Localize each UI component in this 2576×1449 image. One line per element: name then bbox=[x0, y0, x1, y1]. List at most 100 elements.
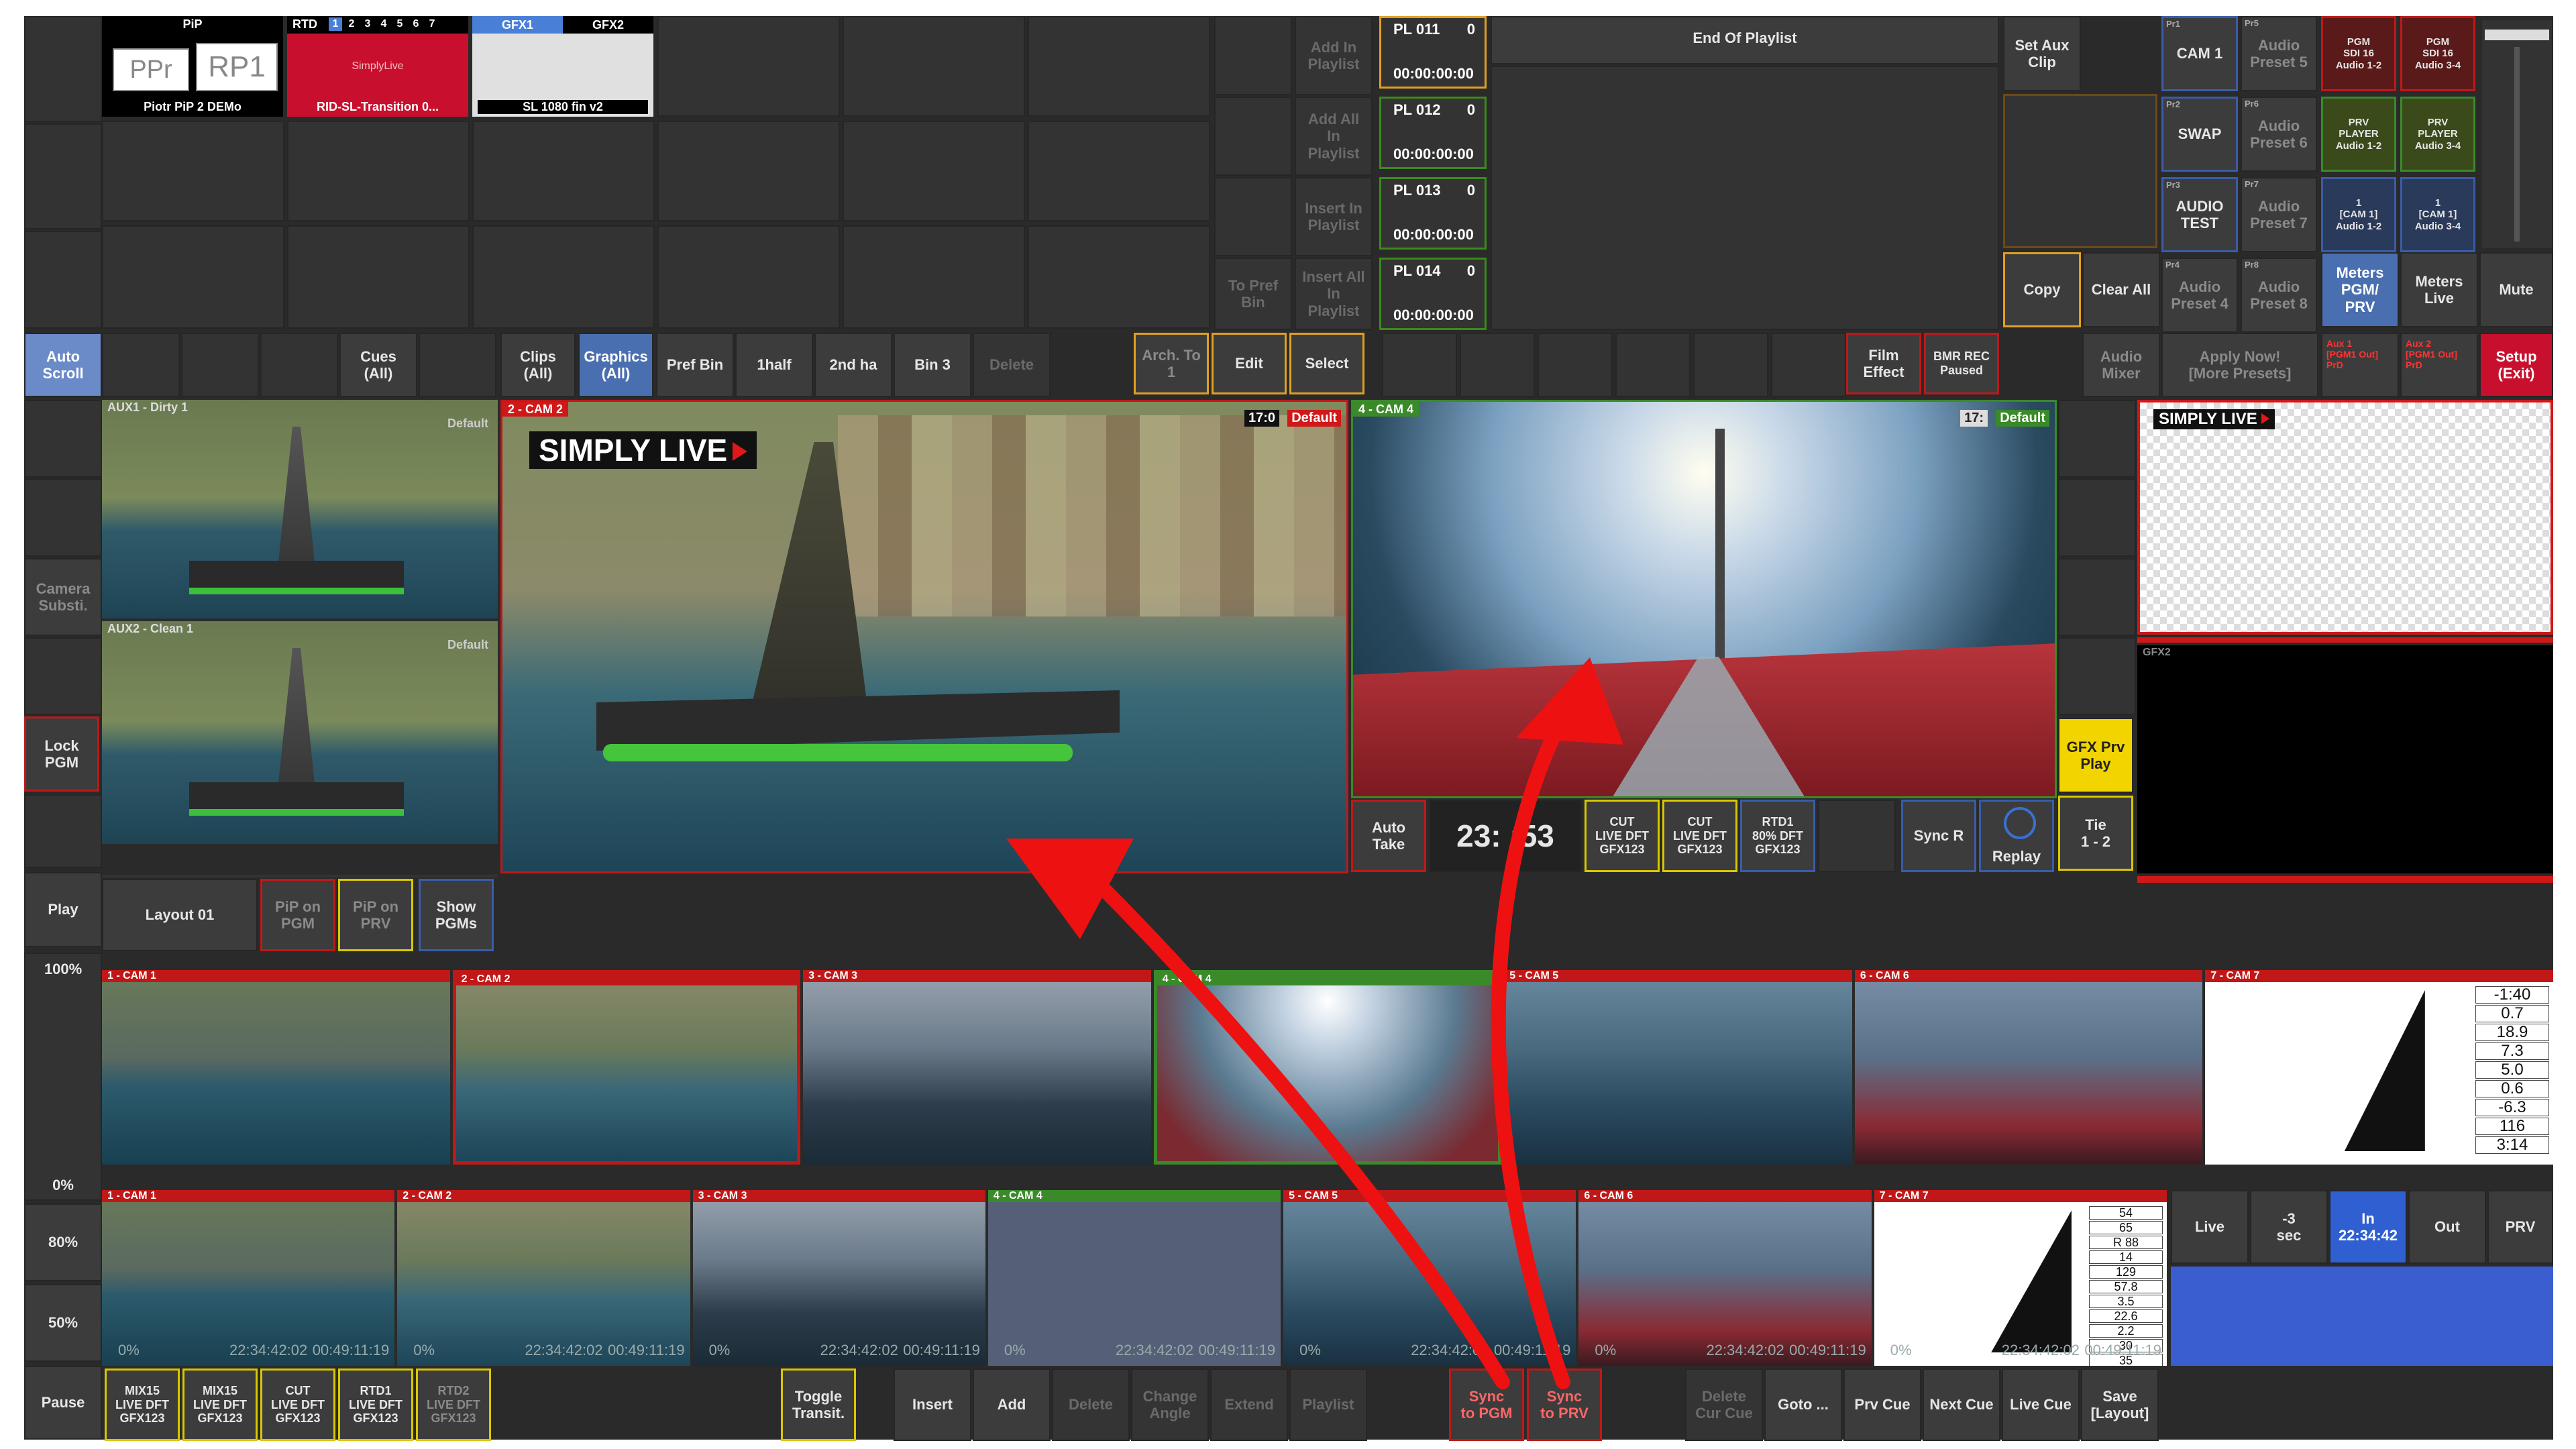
gallery-slot[interactable] bbox=[287, 121, 470, 221]
pref-bin-button[interactable]: Pref Bin bbox=[656, 333, 734, 397]
camera-thumbnail[interactable]: 2 - CAM 2 0% 22:34:42:02 00:49:11:19 bbox=[397, 1190, 690, 1366]
audio-route-button[interactable]: 1 [CAM 1] Audio 3-4 bbox=[2400, 177, 2475, 252]
empty-slot[interactable] bbox=[24, 794, 102, 868]
playlist-button[interactable]: Playlist bbox=[1289, 1368, 1367, 1441]
cut-transition-2-button[interactable]: CUT LIVE DFT GFX123 bbox=[1662, 800, 1737, 872]
gallery-slot[interactable] bbox=[843, 121, 1025, 221]
audio-preset-button[interactable]: Pr3 AUDIO TEST bbox=[2161, 177, 2238, 252]
gallery-slot[interactable] bbox=[657, 16, 840, 117]
gallery-slot[interactable] bbox=[472, 121, 655, 221]
clips-all-button[interactable]: Clips (All) bbox=[500, 333, 576, 397]
setup-exit-button[interactable]: Setup (Exit) bbox=[2479, 333, 2553, 397]
gallery-slot[interactable] bbox=[843, 225, 1025, 329]
audio-route-button[interactable]: PRV PLAYER Audio 3-4 bbox=[2400, 97, 2475, 172]
camera-thumbnail[interactable]: 4 - CAM 4 bbox=[1153, 970, 1502, 1165]
empty-slot[interactable] bbox=[24, 479, 102, 557]
mix15-b-button[interactable]: MIX15 LIVE DFT GFX123 bbox=[182, 1368, 258, 1441]
empty-slot[interactable] bbox=[260, 333, 338, 397]
empty-slot[interactable] bbox=[1214, 16, 1292, 95]
mix15-a-button[interactable]: MIX15 LIVE DFT GFX123 bbox=[105, 1368, 180, 1441]
gfx-prv-play-button[interactable]: GFX Prv Play bbox=[2058, 718, 2133, 793]
in-point-button[interactable]: In 22:34:42 bbox=[2329, 1190, 2407, 1264]
prv-monitor[interactable]: 4 - CAM 4 17: Default bbox=[1351, 400, 2057, 798]
aux1-button[interactable]: Aux 1 [PGM1 Out] PrD bbox=[2321, 333, 2399, 397]
gallery-slot[interactable] bbox=[287, 225, 470, 329]
audio-preset-button[interactable]: Pr6 Audio Preset 6 bbox=[2241, 97, 2317, 172]
camera-thumbnail[interactable]: 6 - CAM 6 0% 22:34:42:02 00:49:11:19 bbox=[1578, 1190, 1872, 1366]
pip-on-pgm-button[interactable]: PiP on PGM bbox=[260, 879, 335, 951]
gallery-slot[interactable] bbox=[102, 121, 284, 221]
playlist-item[interactable]: PL 014 0 00:00:00:00 bbox=[1379, 258, 1487, 330]
rtd-number[interactable]: 4 bbox=[377, 17, 390, 31]
aux2-monitor[interactable]: AUX2 - Clean 1 Default bbox=[102, 621, 498, 844]
gfx2-monitor[interactable]: GFX2 bbox=[2137, 645, 2553, 873]
audio-fader[interactable] bbox=[2482, 20, 2552, 248]
goto-button[interactable]: Goto ... bbox=[1764, 1368, 1842, 1441]
gallery-side-slot[interactable] bbox=[24, 16, 102, 122]
playlist-item[interactable]: PL 011 0 00:00:00:00 bbox=[1379, 16, 1487, 89]
meters-pgm-prv-button[interactable]: Meters PGM/ PRV bbox=[2321, 252, 2399, 327]
aux1-monitor[interactable]: AUX1 - Dirty 1 Default bbox=[102, 400, 498, 619]
bin-1half-button[interactable]: 1half bbox=[735, 333, 813, 397]
arch-to-button[interactable]: Arch. To 1 bbox=[1134, 333, 1209, 394]
delete-button[interactable]: Delete bbox=[1052, 1368, 1130, 1441]
audio-preset-button[interactable]: Pr5 Audio Preset 5 bbox=[2241, 16, 2317, 91]
replay-button[interactable]: Replay bbox=[1979, 800, 2054, 872]
edit-button[interactable]: Edit bbox=[1212, 333, 1287, 394]
bmr-rec-button[interactable]: BMR REC Paused bbox=[1924, 333, 1999, 394]
delete-cur-cue-button[interactable]: Delete Cur Cue bbox=[1685, 1368, 1763, 1441]
camera-thumbnail[interactable]: 3 - CAM 3 bbox=[803, 970, 1151, 1165]
graphics-all-button[interactable]: Graphics (All) bbox=[578, 333, 653, 397]
gallery-slot[interactable] bbox=[657, 121, 840, 221]
empty-slot[interactable] bbox=[1214, 177, 1292, 256]
audio-preset-button[interactable]: Pr8 Audio Preset 8 bbox=[2241, 258, 2317, 333]
set-aux-clip-button[interactable]: Set Aux Clip bbox=[2003, 16, 2081, 91]
empty-slot[interactable] bbox=[1771, 333, 1846, 397]
empty-slot[interactable] bbox=[24, 400, 102, 478]
rtd2-button[interactable]: RTD2 LIVE DFT GFX123 bbox=[416, 1368, 491, 1441]
camera-thumbnail[interactable]: 7 - CAM 7 -1:40 0.7 18.9 7.3 5.0 0.6 -6.3 116 3:1… bbox=[2205, 970, 2553, 1165]
auto-take-button[interactable]: Auto Take bbox=[1351, 800, 1426, 872]
gallery-slot[interactable] bbox=[102, 225, 284, 329]
toggle-transit-button[interactable]: Toggle Transit. bbox=[781, 1368, 856, 1441]
rtd-number[interactable]: 2 bbox=[345, 17, 358, 31]
sync-to-pgm-button[interactable]: Sync to PGM bbox=[1449, 1368, 1524, 1441]
pip-on-prv-button[interactable]: PiP on PRV bbox=[338, 879, 413, 951]
empty-slot[interactable] bbox=[181, 333, 259, 397]
gfx-side-slot[interactable] bbox=[2058, 637, 2136, 715]
camera-thumbnail[interactable]: 6 - CAM 6 bbox=[1854, 970, 2203, 1165]
play-button[interactable]: Play bbox=[24, 872, 102, 947]
camera-thumbnail[interactable]: 1 - CAM 1 0% 22:34:42:02 00:49:11:19 bbox=[102, 1190, 395, 1366]
gfx-monitor[interactable]: SIMPLY LIVE bbox=[2137, 400, 2553, 635]
pgm-monitor[interactable]: 2 - CAM 2 SIMPLY LIVE 17:0 Default bbox=[500, 400, 1348, 873]
cut-button[interactable]: CUT LIVE DFT GFX123 bbox=[260, 1368, 335, 1441]
aux-clip-area[interactable] bbox=[2003, 94, 2157, 248]
cues-all-button[interactable]: Cues (All) bbox=[339, 333, 417, 397]
cut-transition-1-button[interactable]: CUT LIVE DFT GFX123 bbox=[1585, 800, 1660, 872]
rtd-number[interactable]: 3 bbox=[361, 17, 374, 31]
auto-scroll-button[interactable]: Auto Scroll bbox=[24, 333, 102, 397]
gallery-slot[interactable] bbox=[1028, 225, 1210, 329]
out-point-button[interactable]: Out bbox=[2408, 1190, 2486, 1264]
audio-preset-button[interactable]: Pr2 SWAP bbox=[2161, 97, 2238, 172]
film-effect-button[interactable]: Film Effect bbox=[1846, 333, 1921, 394]
empty-slot[interactable] bbox=[1538, 333, 1613, 397]
camera-thumbnail[interactable]: 5 - CAM 5 0% 22:34:42:02 00:49:11:19 bbox=[1283, 1190, 1576, 1366]
audio-preset-button[interactable]: Pr4 Audio Preset 4 bbox=[2161, 258, 2238, 333]
camera-thumbnail[interactable]: 4 - CAM 4 0% 22:34:42:02 00:49:11:19 bbox=[987, 1190, 1281, 1366]
camera-thumbnail[interactable]: 5 - CAM 5 bbox=[1504, 970, 1852, 1165]
empty-slot[interactable] bbox=[24, 637, 102, 715]
pause-button[interactable]: Pause bbox=[24, 1366, 102, 1440]
minus-3-sec-button[interactable]: -3 sec bbox=[2250, 1190, 2328, 1264]
clear-all-button[interactable]: Clear All bbox=[2082, 252, 2160, 327]
add-all-in-playlist-button[interactable]: Add All In Playlist bbox=[1295, 97, 1373, 176]
select-button[interactable]: Select bbox=[1289, 333, 1364, 394]
prv-cue-button[interactable]: Prv Cue bbox=[1843, 1368, 1921, 1441]
save-layout-button[interactable]: Save [Layout] bbox=[2081, 1368, 2159, 1441]
gallery-slot[interactable] bbox=[1028, 121, 1210, 221]
rtd1-button[interactable]: RTD1 LIVE DFT GFX123 bbox=[338, 1368, 413, 1441]
aux2-button[interactable]: Aux 2 [PGM1 Out] PrD bbox=[2400, 333, 2478, 397]
bin-2nd-ha-button[interactable]: 2nd ha bbox=[814, 333, 892, 397]
audio-preset-button[interactable]: Pr7 Audio Preset 7 bbox=[2241, 177, 2317, 252]
pip-gallery-tile[interactable]: PiP PPr RP1 Piotr PiP 2 DEMo bbox=[102, 16, 283, 117]
